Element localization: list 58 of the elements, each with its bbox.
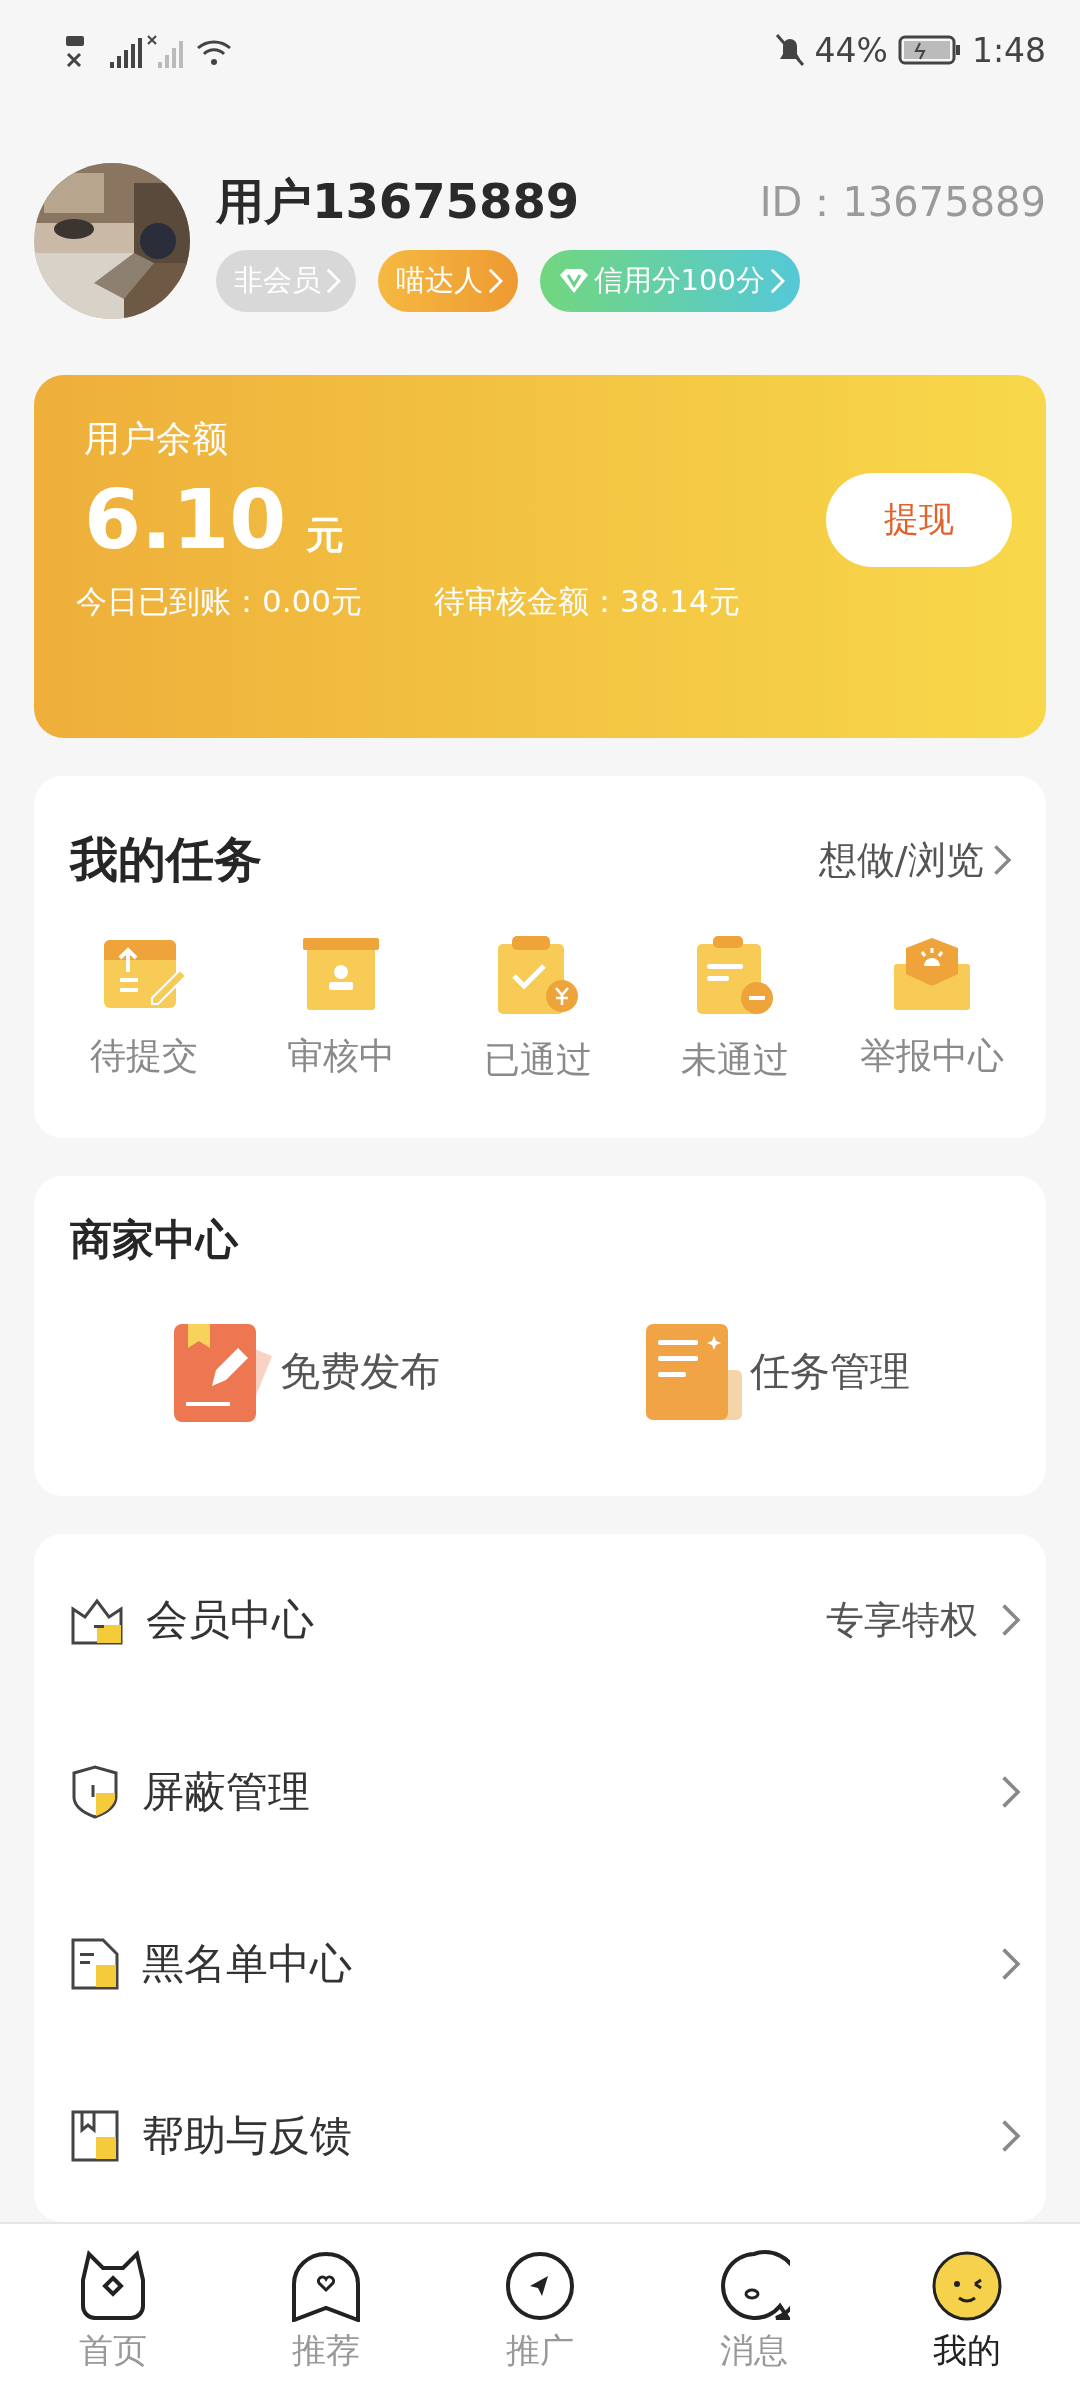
menu-item[interactable]: 黑名单中心 (70, 1878, 1022, 2050)
task-status-item[interactable]: 未通过 (636, 936, 834, 1086)
chevron-icon (1000, 1774, 1022, 1810)
menu-label: 会员中心 (146, 1594, 315, 1646)
chevron-icon (1000, 2118, 1022, 2154)
nav-tab[interactable]: 消息 (646, 2224, 861, 2400)
nav-tab[interactable]: 首页 (6, 2224, 220, 2400)
archive-box-icon (301, 936, 382, 1013)
merchant-action[interactable]: 免费发布 (70, 1321, 541, 1422)
rejected-clipboard-icon (694, 936, 775, 1017)
heart-banner-icon[interactable] (290, 2250, 363, 2322)
task-status-item[interactable]: 审核中 (242, 936, 440, 1086)
chevron-icon (768, 267, 786, 295)
task-status-item[interactable]: 待提交 (46, 936, 243, 1086)
document-list-icon (70, 1937, 120, 1991)
shield-icon (70, 1765, 120, 1819)
menu-label: 屏蔽管理 (142, 1766, 311, 1818)
menu-label: 黑名单中心 (142, 1938, 353, 1990)
send-circle-icon[interactable] (504, 2250, 576, 2322)
envelope-alarm-icon (891, 936, 972, 1013)
nav-tab[interactable]: 推荐 (219, 2224, 434, 2400)
card-title: 我的任务 (70, 830, 262, 890)
chevron-icon (325, 267, 342, 295)
balance-amount: 6.10 元 (84, 472, 345, 567)
chevron-icon (1000, 1602, 1022, 1638)
profile-badge[interactable]: 信用分100分 (539, 250, 800, 312)
clock-time: 1:48 (971, 30, 1046, 70)
battery-percentage: 44% (814, 30, 888, 70)
today-received: 今日已到账：0.00元 (76, 582, 363, 621)
battery-charging-icon (897, 35, 962, 65)
chevron-icon (991, 843, 1012, 878)
user-name: 用户13675889 (216, 172, 580, 231)
task-status-item[interactable]: 举报中心 (833, 936, 1030, 1086)
balance-title: 用户余额 (84, 417, 229, 461)
menu-label: 帮助与反馈 (142, 2110, 353, 2162)
approved-clipboard-icon (496, 936, 580, 1017)
user-id: ID：13675889 (759, 177, 1046, 227)
bookmark-note-icon (70, 2109, 120, 2163)
menu-item[interactable]: 帮助与反馈 (70, 2050, 1022, 2222)
menu-item[interactable]: 屏蔽管理 (70, 1706, 1022, 1878)
profile-badge[interactable]: 喵达人 (377, 250, 518, 312)
muted-bell-icon (774, 33, 805, 67)
chevron-icon (1000, 1946, 1022, 1982)
diamond-v-icon (557, 267, 590, 295)
publish-book-icon (171, 1321, 274, 1422)
menu-hint: 专享特权 (826, 1596, 979, 1644)
browse-link[interactable]: 想做/浏览 (818, 834, 1012, 886)
nav-tab[interactable]: 我的 (860, 2224, 1074, 2400)
merchant-action[interactable]: 任务管理 (541, 1321, 1012, 1422)
chevron-icon (486, 267, 504, 295)
smiley-face-icon[interactable] (931, 2250, 1004, 2322)
nav-tab[interactable]: 推广 (433, 2224, 647, 2400)
card-title: 商家中心 (70, 1214, 238, 1264)
document-icon (643, 1321, 744, 1422)
pending-amount: 待审核金额：38.14元 (434, 582, 740, 621)
task-status-item[interactable]: 已通过 (439, 936, 637, 1086)
menu-item[interactable]: 会员中心 专享特权 (70, 1534, 1022, 1706)
withdraw-button[interactable]: 提现 (826, 472, 1012, 567)
